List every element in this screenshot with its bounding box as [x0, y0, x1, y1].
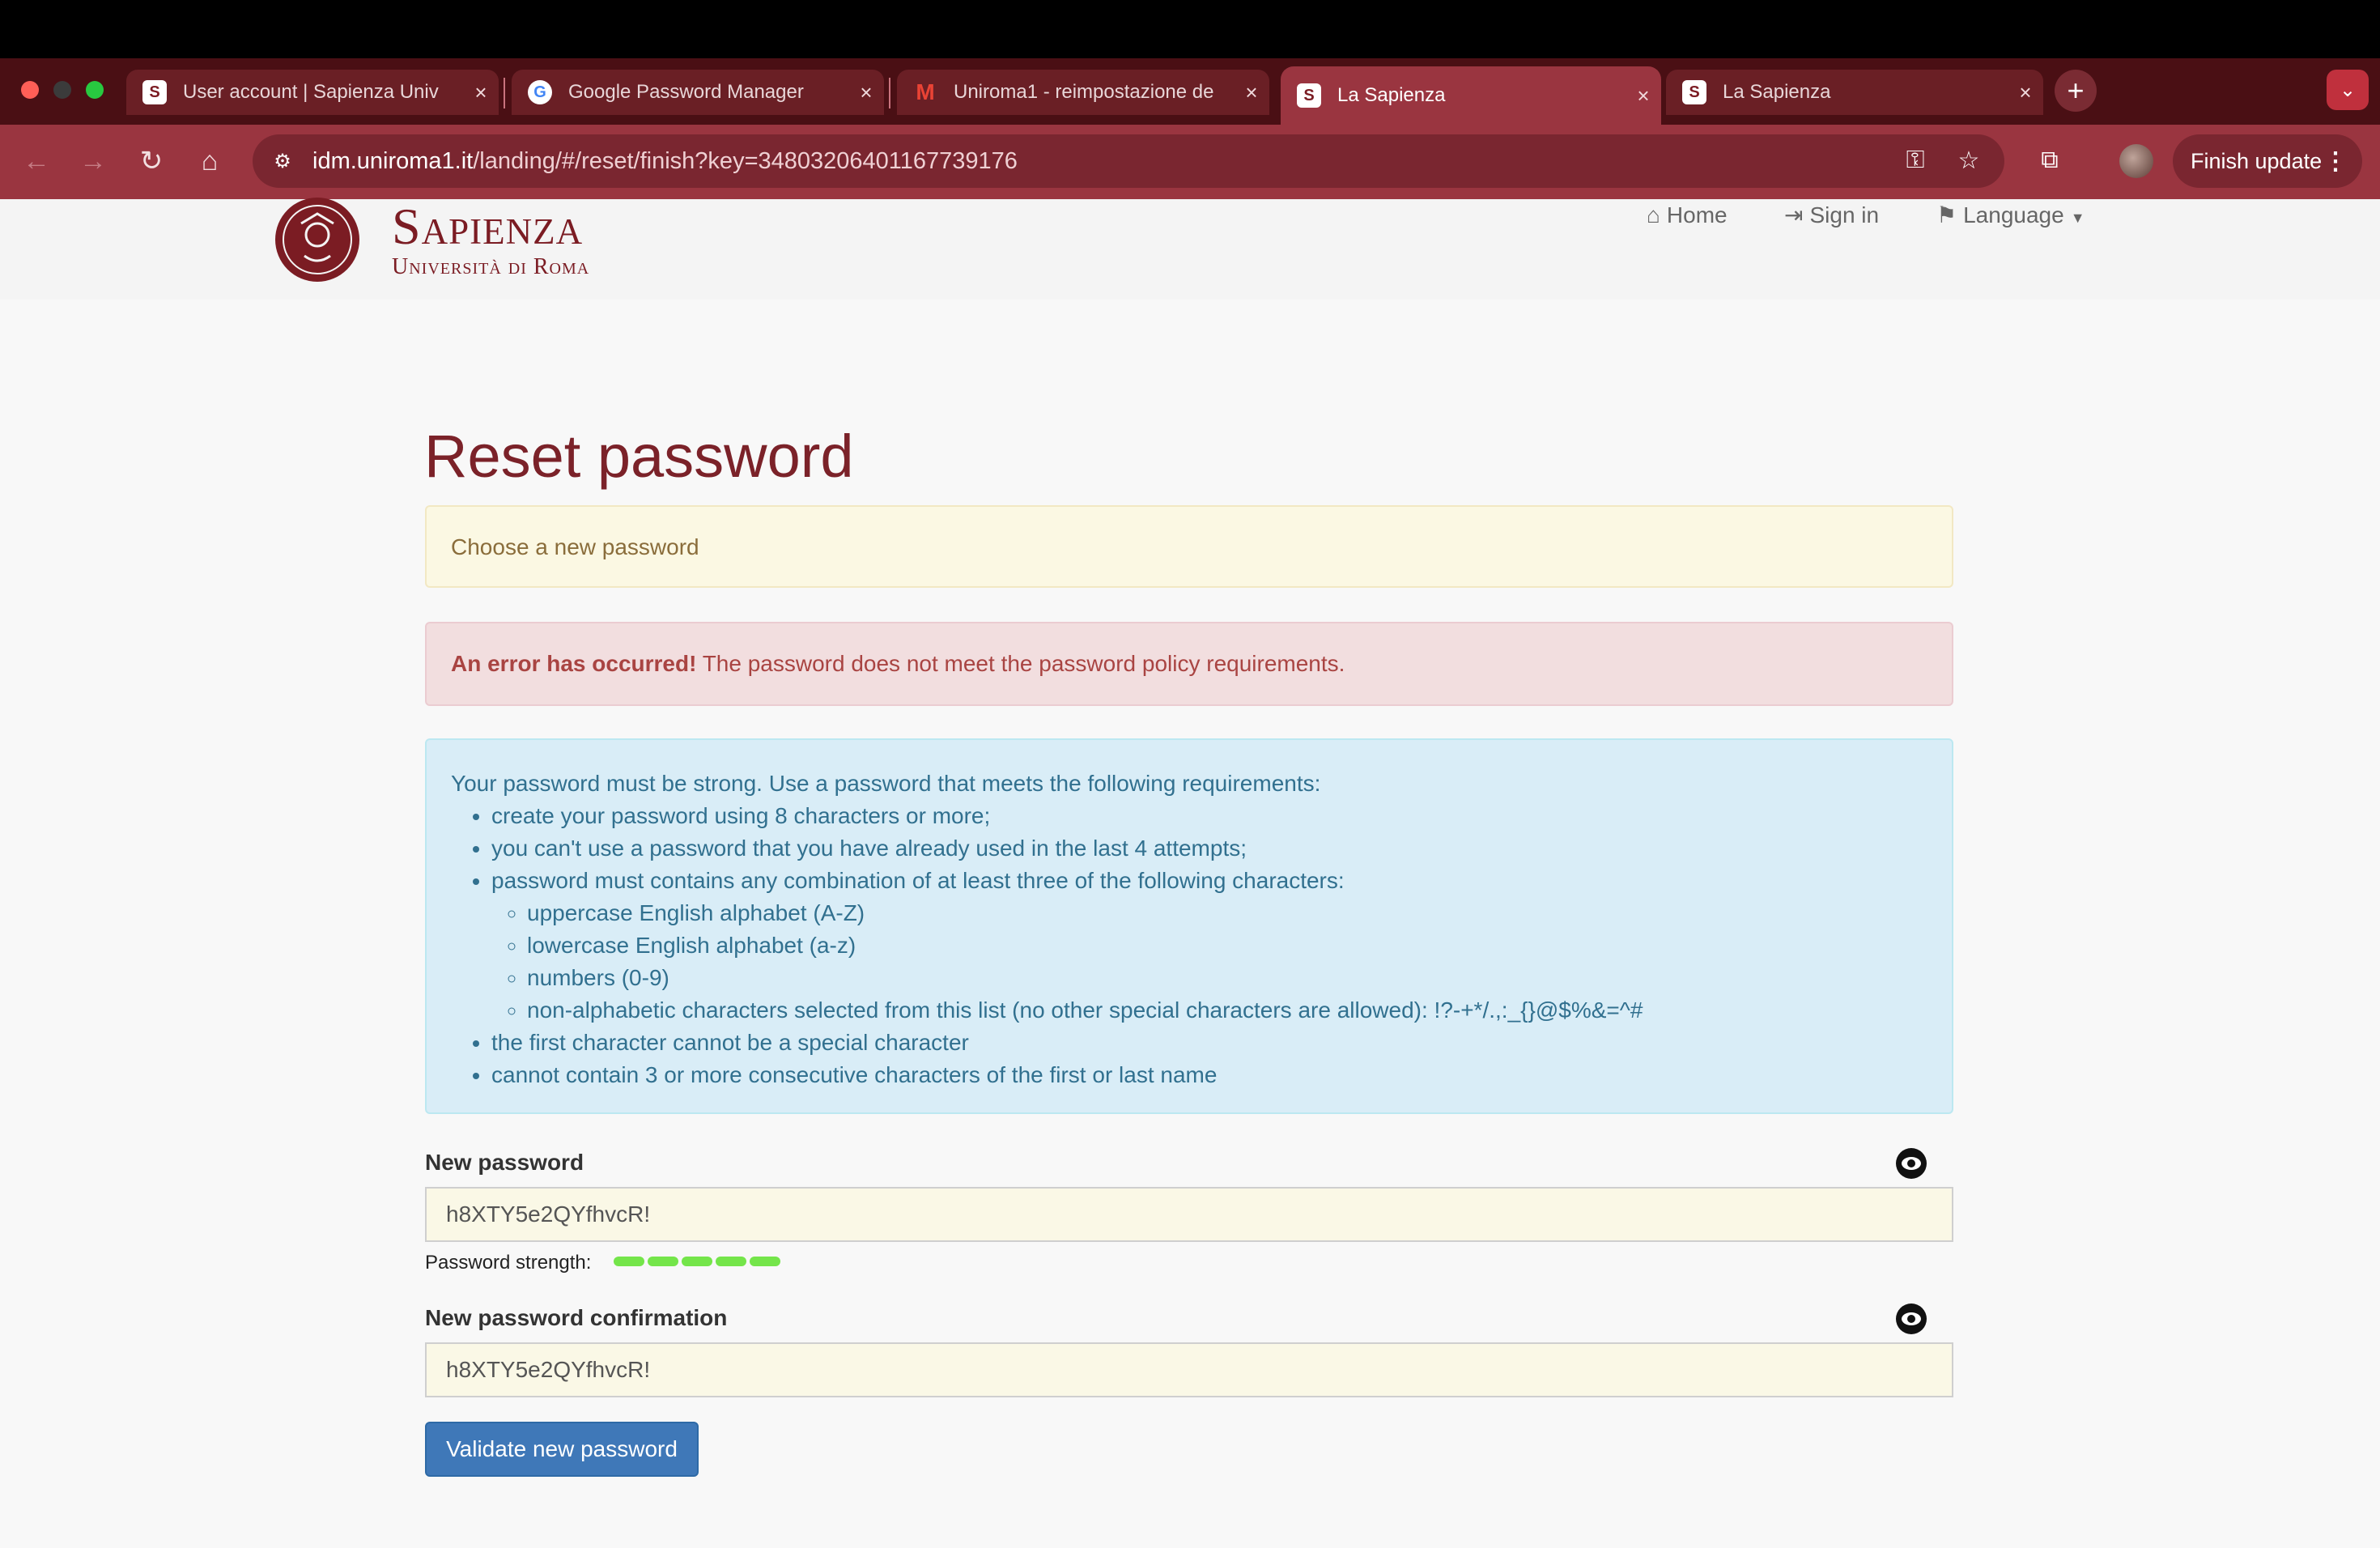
policy-rule: the first character cannot be a special …: [491, 1027, 1927, 1059]
nav-language-label: Language: [1963, 202, 2064, 228]
tab-google-password-manager[interactable]: G Google Password Manager ×: [512, 70, 884, 115]
close-window-button[interactable]: [21, 81, 39, 99]
confirm-password-label: New password confirmation: [425, 1305, 728, 1330]
show-confirm-password-eye-icon[interactable]: [1896, 1303, 1927, 1334]
tab-search-chevron-icon[interactable]: ⌄: [2327, 70, 2369, 110]
bookmark-star-icon[interactable]: ☆: [1953, 144, 1985, 176]
password-strength-label: Password strength:: [425, 1252, 592, 1274]
policy-rule: you can't use a password that you have a…: [491, 832, 1927, 865]
back-arrow-icon[interactable]: ←: [16, 141, 57, 181]
minimize-window-button[interactable]: [53, 81, 71, 99]
policy-rule: create your password using 8 characters …: [491, 800, 1927, 832]
google-password-manager-icon: G: [528, 80, 552, 104]
close-tab-icon[interactable]: ×: [1626, 83, 1661, 108]
nav-language-dropdown[interactable]: ⚑ Language ▼: [1936, 201, 2085, 232]
tab-user-account[interactable]: S User account | Sapienza Univ ×: [126, 70, 499, 115]
url-path: /landing/#/reset/finish?key=348032064011…: [473, 148, 1018, 174]
strength-segment: [648, 1257, 678, 1266]
tab-label: Uniroma1 - reimpostazione de: [954, 81, 1214, 103]
sapienza-favicon-icon: S: [1297, 83, 1321, 108]
nav-signin-label: Sign in: [1809, 202, 1880, 228]
error-heading: An error has occurred!: [451, 651, 697, 676]
policy-rule-text: password must contains any combination o…: [491, 868, 1345, 893]
reload-icon[interactable]: ↻: [131, 141, 172, 181]
close-tab-icon[interactable]: ×: [2008, 80, 2043, 105]
sign-in-icon: ⇥: [1784, 202, 1804, 228]
nav-home-label: Home: [1666, 202, 1728, 228]
home-icon: ⌂: [1647, 202, 1660, 228]
close-tab-icon[interactable]: ×: [1234, 80, 1269, 105]
site-settings-icon[interactable]: ⚙: [267, 146, 298, 176]
page-title: Reset password: [424, 423, 854, 490]
policy-subrule: numbers (0-9): [527, 962, 1927, 994]
extensions-puzzle-icon[interactable]: ⧉: [2034, 144, 2066, 176]
policy-rule-characters: password must contains any combination o…: [491, 865, 1927, 1027]
tab-label: Google Password Manager: [568, 81, 804, 103]
strength-segment: [716, 1257, 746, 1266]
tab-label: La Sapienza: [1723, 81, 1831, 103]
tab-la-sapienza-active[interactable]: S La Sapienza ×: [1281, 66, 1661, 125]
finish-update-button[interactable]: Finish update ⋮: [2173, 134, 2362, 188]
close-tab-icon[interactable]: ×: [463, 80, 499, 105]
profile-avatar[interactable]: [2119, 144, 2153, 178]
more-menu-icon[interactable]: ⋮: [2323, 147, 2348, 176]
validate-password-button[interactable]: Validate new password: [425, 1422, 699, 1477]
close-tab-icon[interactable]: ×: [848, 80, 884, 105]
tab-label: User account | Sapienza Univ: [183, 81, 439, 103]
policy-rule-list: create your password using 8 characters …: [451, 800, 1927, 1091]
sapienza-favicon-icon: S: [1682, 80, 1706, 104]
caret-down-icon: ▼: [2070, 210, 2085, 226]
strength-segment: [750, 1257, 780, 1266]
policy-subrule: uppercase English alphabet (A-Z): [527, 897, 1927, 929]
tab-separator: [889, 78, 890, 108]
sapienza-favicon-icon: S: [142, 80, 167, 104]
policy-subrule-list: uppercase English alphabet (A-Z) lowerca…: [491, 897, 1927, 1027]
policy-subrule: non-alphabetic characters selected from …: [527, 994, 1927, 1027]
logo-subtitle: Università di Roma: [392, 254, 590, 279]
choose-message: Choose a new password: [451, 534, 699, 559]
tab-la-sapienza[interactable]: S La Sapienza ×: [1666, 70, 2043, 115]
show-password-eye-icon[interactable]: [1896, 1148, 1927, 1179]
forward-arrow-icon[interactable]: →: [73, 141, 113, 181]
password-strength-meter: [614, 1257, 780, 1266]
password-key-icon[interactable]: ⚿: [1899, 144, 1932, 176]
logo-wordmark[interactable]: Sapienza: [392, 201, 583, 253]
info-alert-choose: Choose a new password: [425, 505, 1953, 588]
confirm-password-field[interactable]: [425, 1342, 1953, 1397]
tab-label: La Sapienza: [1337, 84, 1446, 106]
tab-separator: [504, 78, 505, 108]
new-tab-plus-icon[interactable]: +: [2055, 70, 2097, 112]
home-icon[interactable]: ⌂: [189, 141, 230, 181]
finish-update-label: Finish update: [2191, 148, 2323, 173]
sapienza-seal-logo[interactable]: [274, 191, 361, 288]
policy-subrule: lowercase English alphabet (a-z): [527, 929, 1927, 962]
error-message: The password does not meet the password …: [696, 651, 1345, 676]
tab-uniroma1-mail[interactable]: M Uniroma1 - reimpostazione de ×: [897, 70, 1269, 115]
error-alert: An error has occurred! The password does…: [425, 622, 1953, 706]
top-black-bar: [0, 0, 2380, 58]
nav-home[interactable]: ⌂ Home: [1647, 201, 1728, 230]
strength-segment: [682, 1257, 712, 1266]
zoom-window-button[interactable]: [86, 81, 104, 99]
nav-sign-in[interactable]: ⇥ Sign in: [1784, 201, 1879, 230]
policy-rule: cannot contain 3 or more consecutive cha…: [491, 1059, 1927, 1091]
password-policy-box: Your password must be strong. Use a pass…: [425, 738, 1953, 1114]
url-text[interactable]: idm.uniroma1.it/landing/#/reset/finish?k…: [312, 146, 1018, 176]
policy-intro: Your password must be strong. Use a pass…: [451, 771, 1321, 796]
new-password-label: New password: [425, 1150, 584, 1175]
flag-icon: ⚑: [1936, 202, 1957, 228]
strength-segment: [614, 1257, 644, 1266]
gmail-icon: M: [916, 79, 935, 104]
url-host: idm.uniroma1.it: [312, 148, 474, 174]
new-password-field[interactable]: [425, 1187, 1953, 1242]
